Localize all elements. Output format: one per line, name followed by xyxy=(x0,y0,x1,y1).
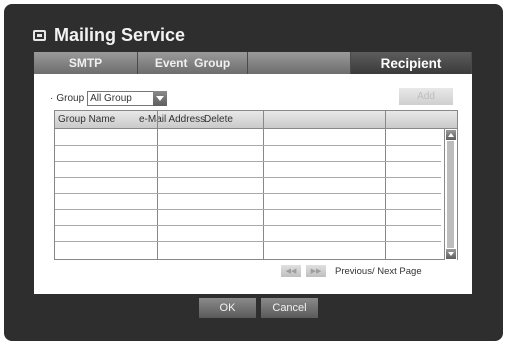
table-header: Group Name e-Mail Address Delete xyxy=(55,111,457,129)
tab-bar: SMTP Event Group Recipient xyxy=(34,52,472,74)
filter-bullet: · xyxy=(50,92,54,104)
table-row[interactable] xyxy=(55,177,441,178)
monitor-icon xyxy=(33,29,46,41)
tab-smtp[interactable]: SMTP xyxy=(34,52,138,74)
scroll-down-icon[interactable] xyxy=(446,249,456,259)
column-divider xyxy=(385,111,386,259)
ok-button[interactable]: OK xyxy=(199,298,256,318)
recipient-panel: · Group All Group Add Group Name e-Mail … xyxy=(34,74,472,294)
column-divider xyxy=(263,111,264,259)
table-row[interactable] xyxy=(55,161,441,162)
tab-recipient[interactable]: Recipient xyxy=(351,52,472,74)
table-row[interactable] xyxy=(55,225,441,226)
tab-event-group[interactable]: Event Group xyxy=(138,52,248,74)
fast-forward-icon[interactable]: ▶▶ xyxy=(306,265,326,277)
table-scrollbar[interactable] xyxy=(444,129,457,260)
pager: ◀◀ ▶▶ Previous/ Next Page xyxy=(281,264,422,278)
tab-recipient-label: Recipient xyxy=(380,55,442,71)
table-row[interactable] xyxy=(55,209,441,210)
column-delete: Delete xyxy=(204,114,233,125)
column-email-address: e-Mail Address xyxy=(139,114,206,125)
pager-label: Previous/ Next Page xyxy=(335,265,422,277)
title-bar: Mailing Service xyxy=(33,23,185,47)
dialog-title: Mailing Service xyxy=(54,24,186,45)
recipient-table: Group Name e-Mail Address Delete xyxy=(54,110,458,260)
group-label: Group xyxy=(56,92,85,104)
tab-smtp-label: SMTP xyxy=(68,56,103,70)
scroll-track[interactable] xyxy=(447,141,454,248)
dialog-footer: OK Cancel xyxy=(0,298,509,322)
tab-event-group-label: Event Group xyxy=(154,56,231,70)
table-row[interactable] xyxy=(55,145,441,146)
add-button[interactable]: Add xyxy=(399,88,453,105)
column-divider xyxy=(157,111,158,259)
column-group-name: Group Name xyxy=(58,114,116,125)
rewind-icon[interactable]: ◀◀ xyxy=(281,265,301,277)
cancel-button[interactable]: Cancel xyxy=(261,298,318,318)
group-select-value: All Group xyxy=(90,92,132,104)
table-row[interactable] xyxy=(55,241,441,242)
group-select[interactable]: All Group xyxy=(87,90,168,106)
tab-blank[interactable] xyxy=(248,52,351,74)
table-row[interactable] xyxy=(55,193,441,194)
group-filter: · Group All Group xyxy=(50,90,168,106)
chevron-down-icon[interactable] xyxy=(153,90,168,106)
scroll-up-icon[interactable] xyxy=(446,130,456,140)
